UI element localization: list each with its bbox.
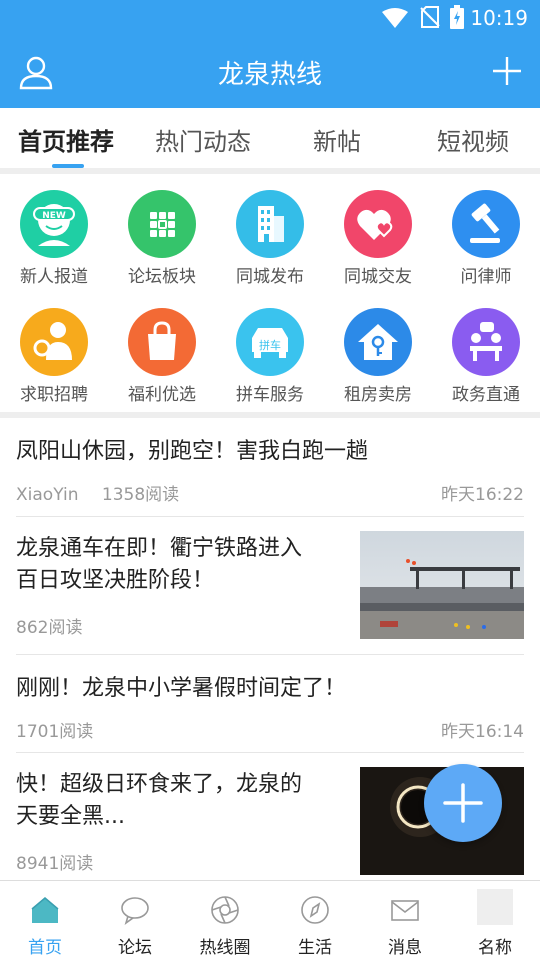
job-search-icon	[20, 308, 88, 376]
post-time: 昨天16:22	[441, 485, 524, 505]
category-grid: NEW 新人报道 论坛板块 同城发布 同城交友 问律师 求职招聘 福利优选 拼车…	[0, 174, 540, 412]
grid-item-local-publish[interactable]: 同城发布	[216, 174, 324, 287]
grid-item-housing[interactable]: 租房卖房	[324, 292, 432, 405]
aperture-icon	[211, 896, 239, 924]
grid-item-jobs[interactable]: 求职招聘	[0, 292, 108, 405]
grid-item-ask-lawyer[interactable]: 问律师	[432, 174, 540, 287]
building-icon	[236, 190, 304, 258]
post-time: 昨天16:14	[441, 722, 524, 742]
car-icon: 拼车	[236, 308, 304, 376]
svg-text:NEW: NEW	[42, 211, 66, 221]
hearts-icon	[344, 190, 412, 258]
mail-icon	[391, 900, 419, 921]
post-meta: XiaoYin 1358阅读	[16, 480, 179, 505]
placeholder-icon	[477, 889, 513, 925]
page-title: 龙泉热线	[217, 60, 322, 90]
tab-new-posts[interactable]: 新帖	[313, 122, 361, 157]
post-title-line: 天要全黑...	[16, 804, 125, 829]
grid-item-forum-sections[interactable]: 论坛板块	[108, 174, 216, 287]
plus-icon	[443, 783, 483, 823]
nav-label: 名称	[478, 938, 512, 958]
post-title: 龙泉通车在即！衢宁铁路进入 百日攻坚决胜阶段！	[16, 533, 302, 597]
nav-hotline-circle[interactable]: 热线圈	[180, 881, 270, 960]
grid-label: 同城交友	[344, 267, 412, 287]
gavel-icon	[452, 190, 520, 258]
nav-messages[interactable]: 消息	[360, 881, 450, 960]
house-icon	[344, 308, 412, 376]
post-title-line: 百日攻坚决胜阶段！	[16, 568, 215, 593]
add-post-button[interactable]	[424, 764, 502, 842]
tab-recommended[interactable]: 首页推荐	[18, 122, 114, 157]
grid-item-carpool[interactable]: 拼车 拼车服务	[216, 292, 324, 405]
tab-bar: 首页推荐 热门动态 新帖 短视频	[0, 108, 540, 168]
meeting-icon	[452, 308, 520, 376]
post-reads: 862阅读	[16, 618, 83, 638]
post-title-line: 龙泉通车在即！衢宁铁路进入	[16, 536, 303, 561]
grid-label: 问律师	[460, 267, 512, 287]
post-title: 快！超级日环食来了，龙泉的 天要全黑...	[16, 769, 302, 833]
status-time: 10:19	[470, 6, 528, 30]
post-title: 凤阳山休园，别跑空！害我白跑一趟	[16, 439, 369, 464]
new-user-icon: NEW	[20, 190, 88, 258]
post-title: 刚刚！龙泉中小学暑假时间定了！	[16, 676, 347, 701]
grid-item-welfare[interactable]: 福利优选	[108, 292, 216, 405]
list-item[interactable]: 刚刚！龙泉中小学暑假时间定了！ 1701阅读 昨天16:14	[0, 655, 540, 753]
grid-label: 拼车服务	[236, 385, 304, 405]
grid-label: 求职招聘	[20, 385, 88, 405]
list-item[interactable]: 龙泉通车在即！衢宁铁路进入 百日攻坚决胜阶段！ 862阅读	[0, 517, 540, 655]
car-label: 拼车	[259, 338, 281, 352]
grid-label: 福利优选	[128, 385, 196, 405]
chat-icon	[121, 897, 149, 925]
bottom-navigation: 首页 论坛 热线圈 生活 消息 名称	[0, 880, 540, 960]
grid-label: 新人报道	[20, 267, 88, 287]
post-reads: 8941阅读	[16, 854, 94, 874]
nav-forum[interactable]: 论坛	[90, 881, 180, 960]
grid-icon	[128, 190, 196, 258]
grid-label: 同城发布	[236, 267, 304, 287]
nav-home[interactable]: 首页	[0, 881, 90, 960]
top-app-bar: 10:19 龙泉热线	[0, 0, 540, 108]
grid-label: 论坛板块	[128, 267, 196, 287]
compass-icon	[301, 896, 329, 924]
nav-life[interactable]: 生活	[270, 881, 360, 960]
post-author: XiaoYin	[16, 485, 79, 505]
nav-label: 热线圈	[199, 938, 251, 958]
tab-hot[interactable]: 热门动态	[155, 122, 251, 157]
nav-label: 消息	[388, 938, 422, 958]
grid-item-local-dating[interactable]: 同城交友	[324, 174, 432, 287]
tab-short-video[interactable]: 短视频	[437, 122, 509, 157]
nav-label: 生活	[298, 938, 332, 958]
post-title-line: 快！超级日环食来了，龙泉的	[16, 772, 303, 797]
nav-label: 首页	[28, 938, 62, 958]
wifi-icon	[382, 8, 408, 28]
home-icon	[31, 897, 59, 923]
grid-label: 租房卖房	[344, 385, 412, 405]
nav-label: 论坛	[118, 938, 152, 958]
grid-item-government[interactable]: 政务直通	[432, 292, 540, 405]
nav-profile[interactable]: 名称	[450, 881, 540, 960]
battery-charging-icon	[450, 5, 464, 29]
plus-icon[interactable]	[492, 56, 522, 86]
no-sim-icon	[420, 6, 440, 28]
grid-label: 政务直通	[452, 385, 520, 405]
list-item[interactable]: 凤阳山休园，别跑空！害我白跑一趟 XiaoYin 1358阅读 昨天16:22	[0, 418, 540, 517]
shopping-bag-icon	[128, 308, 196, 376]
grid-item-new-user[interactable]: NEW 新人报道	[0, 174, 108, 287]
post-reads: 1701阅读	[16, 722, 94, 742]
status-bar: 10:19	[0, 0, 540, 36]
post-reads: 1358阅读	[101, 485, 180, 505]
railway-thumbnail	[360, 531, 524, 639]
